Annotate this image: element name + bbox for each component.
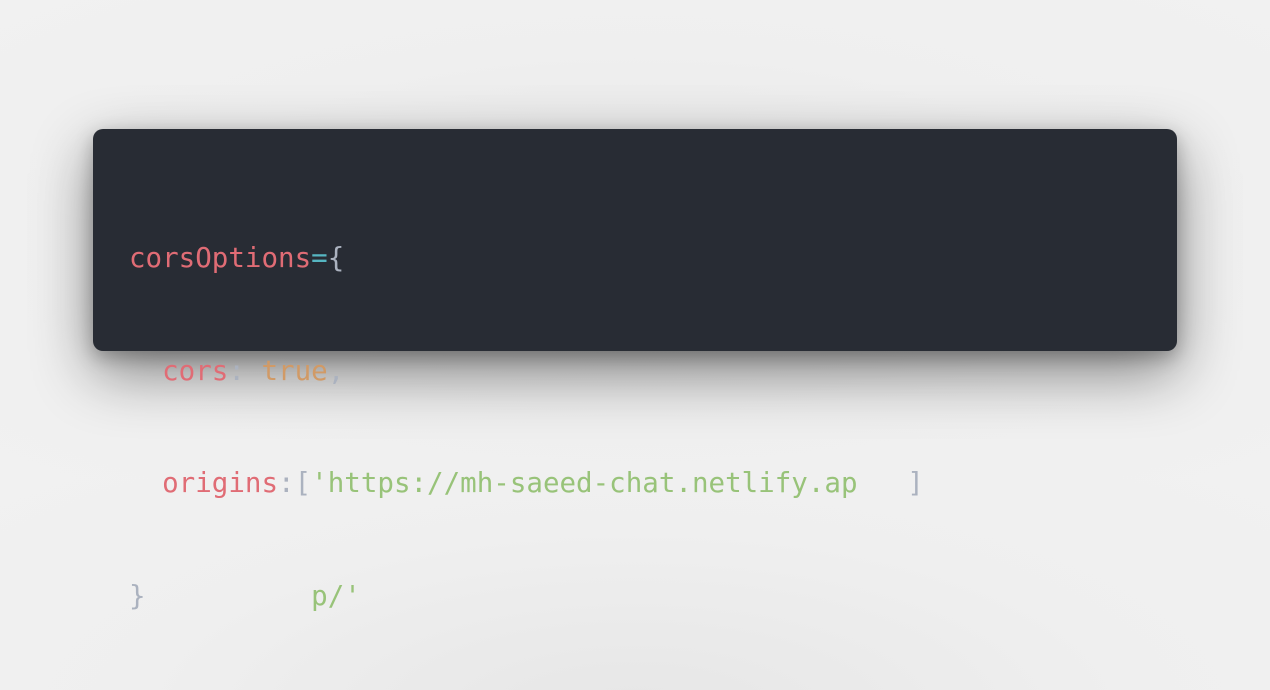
origin-url-string-part-2: p/' — [311, 579, 361, 612]
assignment-operator: = — [311, 242, 328, 274]
property-cors: cors — [162, 354, 229, 387]
wrap-gap — [146, 580, 312, 612]
comma: , — [327, 354, 345, 387]
variable-name: corsOptions — [129, 242, 312, 274]
code-line-2: cors: true, — [129, 353, 924, 391]
colon: : — [228, 354, 262, 387]
code-line-4: } p/' — [129, 578, 924, 616]
code-block: corsOptions={ cors: true, origins:['http… — [129, 165, 924, 690]
close-brace: } — [129, 579, 146, 612]
open-bracket: [ — [294, 467, 312, 499]
code-snippet-window: corsOptions={ cors: true, origins:['http… — [93, 129, 1177, 612]
boolean-value: true — [261, 354, 328, 387]
origin-url-string-part-1: 'https://mh-saeed-chat.netlify.ap — [311, 467, 858, 499]
code-line-1: corsOptions={ — [129, 240, 924, 278]
property-origins: origins — [162, 467, 279, 499]
wrap-gap — [858, 467, 908, 499]
open-brace: { — [327, 242, 345, 274]
colon: : — [278, 467, 295, 499]
code-line-3: origins:['https://mh-saeed-chat.netlify.… — [129, 465, 924, 503]
close-bracket: ] — [907, 467, 924, 499]
